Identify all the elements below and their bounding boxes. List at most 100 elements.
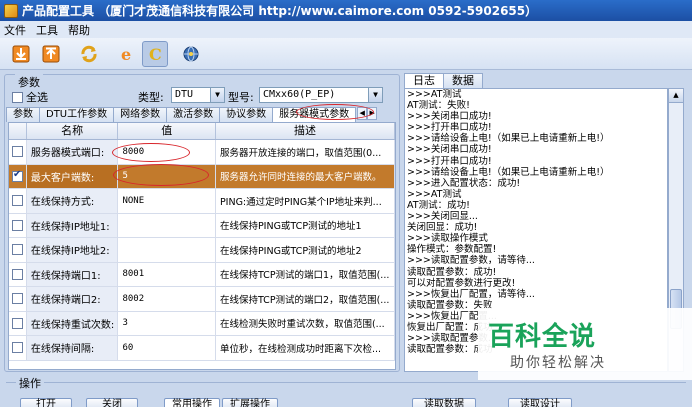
log-line: >>>恢复出厂配置，请等待... (407, 288, 535, 300)
close-button[interactable]: 关闭 (86, 398, 138, 407)
log-line: >>>请给设备上电!（如果已上电请重新上电!） (407, 166, 610, 178)
app-icon (4, 3, 18, 18)
grid-body: 服务器模式端口:8000服务器开放连接的端口，取值范围(0...最大客户端数:5… (9, 140, 395, 361)
row-desc: 在线保持TCP测试的端口1，取值范围(... (216, 262, 395, 286)
row-checkbox[interactable] (11, 244, 23, 256)
table-row[interactable]: 在线保持端口2: 8002 在线保持TCP测试的端口2，取值范围(... (9, 287, 395, 312)
select-all-checkbox[interactable] (12, 91, 23, 103)
tab-server-mode[interactable]: 服务器模式参数 (272, 107, 357, 123)
row-checkbox[interactable] (11, 342, 23, 354)
param-grid: 名称 值 描述 服务器模式端口: 8000 服务器开放连接的端口，取值范围(0...… (8, 122, 396, 370)
row-checkbox[interactable] (11, 219, 23, 231)
tab-data[interactable]: 数据 (443, 73, 483, 88)
row-name: 在线保持IP地址1: (26, 213, 119, 237)
model-value: CMxx60(P_EP) (263, 89, 336, 100)
tab-activation[interactable]: 激活参数 (166, 107, 221, 122)
refresh-icon (81, 45, 97, 63)
tab-params[interactable]: 参数 (6, 107, 40, 122)
menu-help[interactable]: 帮助 (68, 22, 90, 38)
table-row[interactable]: 最大客户端数:5服务器允许同时连接的最大客户端数。 (9, 164, 395, 189)
row-desc: 服务器开放连接的端口，取值范围(0... (216, 140, 395, 164)
select-all[interactable]: 全选 (12, 89, 48, 105)
log-line: 可以对配置参数进行更改! (407, 277, 516, 289)
export-icon (42, 45, 60, 63)
header-name: 名称 (27, 123, 119, 139)
log-line: >>>读取操作模式 (407, 233, 488, 245)
row-value[interactable]: 3 (118, 311, 216, 335)
type-select[interactable]: DTU ▼ (171, 87, 225, 103)
title-bar: 产品配置工具 （厦门才茂通信科技有限公司 http://www.caimore.… (0, 0, 692, 21)
row-desc: 在线保持TCP测试的端口2，取值范围(... (216, 287, 395, 311)
read-design-button[interactable]: 读取设计 (508, 398, 572, 407)
row-checkbox-cell (9, 140, 27, 164)
table-row[interactable]: 服务器模式端口: 8000 服务器开放连接的端口，取值范围(0... (9, 140, 395, 165)
tab-network[interactable]: 网络参数 (113, 107, 168, 122)
log-line: 关闭回显：成功! (407, 222, 478, 234)
table-row[interactable]: 在线保持IP地址1: 在线保持PING或TCP测试的地址1 (9, 213, 395, 238)
read-data-button[interactable]: 读取数据 (412, 398, 476, 407)
row-checkbox-cell (9, 311, 27, 335)
tab-scroll-right-icon[interactable]: ▶ (367, 107, 378, 120)
param-tabs: 参数 DTU工作参数 网络参数 激活参数 协议参数 服务器模式参数 ◀ ▶ (6, 107, 398, 123)
globe-button[interactable] (178, 41, 204, 67)
row-checkbox[interactable] (11, 146, 23, 158)
import-button[interactable] (8, 41, 34, 67)
ie-button[interactable]: e (114, 41, 140, 67)
row-checkbox-cell (9, 189, 27, 213)
watermark: 百科全说 助你轻松解决 (478, 308, 692, 380)
table-row[interactable]: 在线保持端口1: 8001 在线保持TCP测试的端口1，取值范围(... (9, 262, 395, 287)
row-checkbox-cell (9, 287, 27, 311)
row-value[interactable]: 8001 (118, 262, 216, 286)
row-value[interactable] (118, 213, 216, 237)
menu-bar: 文件 工具 帮助 (0, 21, 692, 38)
tab-scroll-left-icon[interactable]: ◀ (357, 107, 368, 120)
ie-icon: e (121, 45, 131, 64)
row-checkbox[interactable] (11, 169, 23, 182)
row-name: 在线保持间隔: (26, 336, 119, 360)
row-value[interactable]: 60 (118, 336, 216, 360)
row-checkbox-cell (9, 213, 27, 237)
log-line: >>>进入配置状态：成功! (407, 177, 521, 189)
row-checkbox[interactable] (11, 293, 23, 305)
row-checkbox[interactable] (11, 317, 23, 329)
row-checkbox-cell (9, 336, 27, 360)
export-button[interactable] (38, 41, 64, 67)
import-icon (12, 45, 30, 63)
table-row[interactable]: 在线保持方式: NONE PING:通过定时PING某个IP地址来判... (9, 189, 395, 214)
tab-common-ops[interactable]: 常用操作 (164, 398, 220, 407)
row-value[interactable] (118, 238, 216, 262)
scroll-up-icon[interactable]: ▲ (669, 89, 683, 103)
log-line: >>>请给设备上电!（如果已上电请重新上电!） (407, 133, 610, 145)
tab-protocol[interactable]: 协议参数 (219, 107, 274, 122)
c-logo-button[interactable]: C (142, 41, 168, 67)
select-all-label: 全选 (26, 91, 48, 104)
row-name: 在线保持端口1: (26, 262, 119, 286)
watermark-subtitle: 助你轻松解决 (510, 355, 606, 371)
model-select[interactable]: CMxx60(P_EP) ▼ (259, 87, 383, 103)
row-checkbox[interactable] (11, 195, 23, 207)
type-value: DTU (175, 89, 194, 100)
chevron-down-icon: ▼ (368, 88, 382, 102)
table-row[interactable]: 在线保持间隔: 60 单位秒，在线检测成功时距离下次检... (9, 336, 395, 361)
menu-tools[interactable]: 工具 (36, 22, 58, 38)
row-name: 最大客户端数: (26, 164, 119, 188)
tab-log[interactable]: 日志 (404, 73, 444, 88)
row-desc: 服务器允许同时连接的最大客户端数。 (215, 164, 395, 188)
log-line: >>>关闭回显... (407, 211, 478, 223)
menu-file[interactable]: 文件 (4, 22, 26, 38)
row-name: 在线保持IP地址2: (26, 238, 119, 262)
row-checkbox[interactable] (11, 268, 23, 280)
refresh-button[interactable] (76, 41, 102, 67)
table-row[interactable]: 在线保持重试次数: 3 在线检测失败时重试次数，取值范围(... (9, 311, 395, 336)
table-row[interactable]: 在线保持IP地址2: 在线保持PING或TCP测试的地址2 (9, 238, 395, 263)
row-value[interactable]: 5 (118, 164, 216, 188)
row-value[interactable]: 8002 (118, 287, 216, 311)
svg-text:C: C (149, 45, 162, 64)
row-value[interactable]: NONE (118, 189, 216, 213)
row-value[interactable]: 8000 (118, 140, 216, 164)
open-button[interactable]: 打开 (20, 398, 72, 407)
toolbar: e C (0, 38, 692, 70)
tab-extended-ops[interactable]: 扩展操作 (222, 398, 278, 407)
tab-dtu-work[interactable]: DTU工作参数 (39, 107, 115, 122)
row-checkbox-cell (9, 164, 27, 188)
